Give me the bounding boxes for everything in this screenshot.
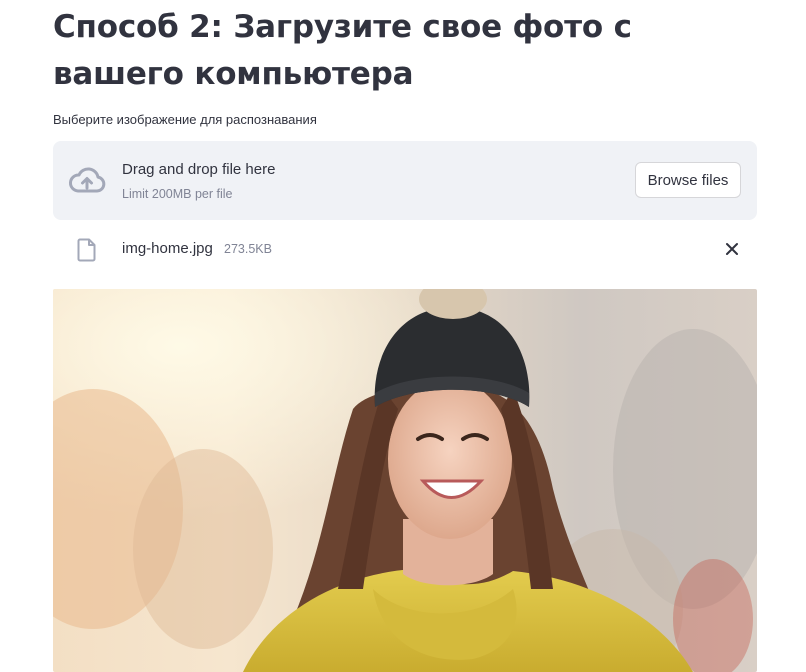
remove-file-button[interactable]: [721, 238, 743, 260]
browse-files-button[interactable]: Browse files: [635, 162, 741, 198]
close-icon: [726, 243, 738, 255]
uploaded-file-name: img-home.jpg: [122, 240, 213, 257]
uploaded-file-size: 273.5KB: [224, 242, 272, 256]
file-dropzone[interactable]: Drag and drop file here Limit 200MB per …: [53, 141, 757, 220]
page-title: Способ 2: Загрузите свое фото с вашего к…: [53, 9, 632, 92]
cloud-upload-icon: [68, 166, 106, 194]
uploaded-image-preview: [53, 289, 757, 672]
uploaded-file-row: img-home.jpg 273.5KB: [53, 228, 757, 270]
uploader-label: Выберите изображение для распознавания: [53, 112, 317, 127]
dropzone-instructions: Drag and drop file here: [122, 161, 276, 178]
dropzone-limit: Limit 200MB per file: [122, 187, 233, 201]
file-icon: [77, 238, 97, 262]
